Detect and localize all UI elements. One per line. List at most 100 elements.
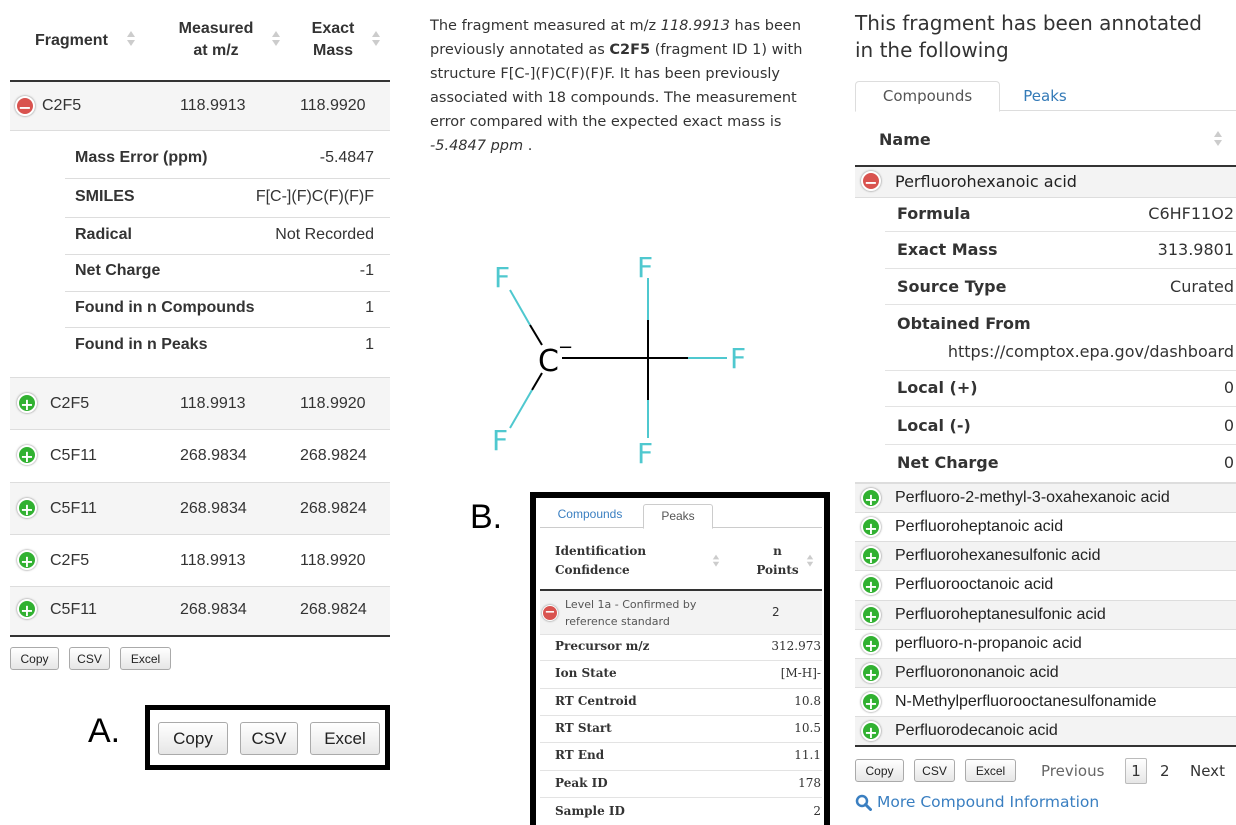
table-row[interactable]: + C5F11 268.9834 268.9824 [10,430,390,482]
atom-label: F [637,251,653,284]
pagination: Previous 1 2 Next [1035,757,1235,785]
header-line: at m/z [193,42,239,59]
col-header-points[interactable]: n Points [755,542,800,580]
detail-divider [65,254,390,255]
expand-icon[interactable]: + [17,550,37,571]
table-row[interactable]: + C2F5 118.9913 118.9920 [10,378,390,429]
cell-points: 2 [772,605,780,619]
cell-fragment: C2F5 [42,97,82,114]
page-1-button[interactable]: 1 [1125,758,1147,784]
detail-value: 11.1 [794,748,821,762]
compound-row[interactable]: + N-Methylperfluorooctanesulfonamide [855,687,1236,716]
expand-icon[interactable]: + [861,546,881,567]
description-formula: C2F5 [609,42,651,58]
detail-key: Radical [75,226,132,243]
copy-button[interactable]: Copy [158,722,228,755]
expand-icon[interactable]: + [861,663,881,684]
expand-icon[interactable]: + [17,445,37,466]
excel-button[interactable]: Excel [310,722,380,755]
atom-label: C [538,344,559,379]
detail-key: Net Charge [897,453,999,472]
compound-row[interactable]: + Perfluoro-2-methyl-3-oxahexanoic acid [855,483,1236,512]
detail-key: Ion State [555,666,617,680]
compound-row-expanded[interactable]: − Perfluorohexanoic acid [855,167,1236,197]
cell-exact: 118.9920 [300,97,366,114]
header-line: Identification [555,544,647,558]
sort-icon[interactable] [372,30,380,48]
collapse-icon[interactable]: − [861,171,881,192]
col-header-exact[interactable]: Exact Mass [303,18,363,62]
compound-name: perfluoro-n-propanoic acid [895,635,1082,652]
table-row[interactable]: + C2F5 118.9913 118.9920 [10,535,390,586]
collapse-icon[interactable]: − [15,96,35,117]
compound-row[interactable]: + Perfluorodecanoic acid [855,716,1236,745]
compound-row[interactable]: + Perfluoroheptanoic acid [855,512,1236,541]
compound-row[interactable]: + perfluoro-n-propanoic acid [855,629,1236,658]
collapse-icon[interactable]: − [542,605,558,621]
header-line: Points [756,563,799,577]
description-ppm: -5.4847 ppm [430,138,524,154]
cell-measured: 268.9834 [180,500,247,517]
col-header-measured[interactable]: Measured at m/z [168,18,264,62]
header-line: Measured [178,20,254,37]
csv-button[interactable]: CSV [240,722,298,755]
col-header-name[interactable]: Name [879,130,931,149]
expand-icon[interactable]: + [17,599,37,620]
tab-compounds[interactable]: Compounds [855,81,1000,112]
sort-icon[interactable] [1214,130,1222,148]
fragment-description: The fragment measured at m/z 118.9913 ha… [430,14,822,158]
detail-value: F[C-](F)C(F)(F)F [255,188,374,205]
cell-measured: 268.9834 [180,447,247,464]
compound-row[interactable]: + Perfluoroheptanesulfonic acid [855,600,1236,629]
expand-icon[interactable]: + [861,605,881,626]
detail-divider [885,268,1236,269]
expand-icon[interactable]: + [861,488,881,509]
col-header-identification[interactable]: Identification Confidence [555,542,646,580]
excel-button[interactable]: Excel [120,647,171,670]
expand-icon[interactable]: + [861,517,881,538]
detail-key: RT Centroid [555,694,637,708]
peak-row-expanded[interactable]: − Level 1a - Confirmed by reference stan… [540,591,822,634]
tab-peaks[interactable]: Peaks [643,504,713,529]
expand-icon[interactable]: + [17,393,37,414]
copy-button[interactable]: Copy [855,759,904,782]
previous-button[interactable]: Previous [1041,762,1104,780]
cell-exact: 268.9824 [300,447,367,464]
detail-key: Formula [897,204,971,223]
copy-button[interactable]: Copy [10,647,59,670]
level-line: reference standard [565,615,670,628]
table-row-expanded[interactable]: − C2F5 118.9913 118.9920 [10,82,390,130]
detail-divider [885,370,1236,371]
detail-value: Not Recorded [275,226,374,243]
expand-icon[interactable]: + [861,692,881,713]
sort-icon[interactable] [272,30,280,48]
tab-peaks[interactable]: Peaks [1005,81,1085,111]
next-button[interactable]: Next [1190,762,1225,780]
tab-compounds[interactable]: Compounds [540,507,640,521]
compound-row[interactable]: + Perfluorooctanoic acid [855,570,1236,599]
compound-row[interactable]: + Perfluorononanoic acid [855,658,1236,687]
detail-key: Found in n Compounds [75,299,255,316]
header-line: n [773,544,782,558]
excel-button[interactable]: Excel [965,759,1016,782]
panel-b-label: B. [470,498,503,536]
sort-icon[interactable] [712,554,720,568]
compound-row[interactable]: + Perfluorohexanesulfonic acid [855,541,1236,570]
csv-button[interactable]: CSV [914,759,955,782]
expand-icon[interactable]: + [861,575,881,596]
expand-icon[interactable]: + [17,498,37,519]
row-divider [540,797,822,798]
sort-icon[interactable] [806,554,814,568]
page-2-button[interactable]: 2 [1160,762,1170,780]
csv-button[interactable]: CSV [69,647,110,670]
sort-icon[interactable] [127,30,135,48]
col-header-fragment[interactable]: Fragment [35,30,108,52]
table-row[interactable]: + C5F11 268.9834 268.9824 [10,587,390,635]
detail-value: 0 [1223,416,1234,435]
table-bottom-border [10,635,390,637]
header-line: Exact [311,20,355,37]
expand-icon[interactable]: + [861,721,881,742]
expand-icon[interactable]: + [861,634,881,655]
cell-fragment: C2F5 [50,552,90,569]
table-row[interactable]: + C5F11 268.9834 268.9824 [10,483,390,534]
